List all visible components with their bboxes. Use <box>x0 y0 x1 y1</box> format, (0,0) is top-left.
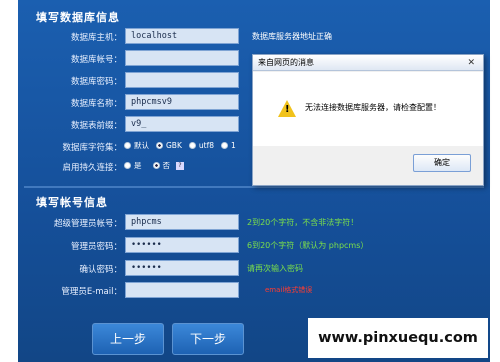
admin-password-input[interactable]: •••••• <box>125 237 239 253</box>
persistent-option-yes: 是 <box>134 161 142 170</box>
db-host-input[interactable]: localhost <box>125 28 239 44</box>
db-user-label: 数据库帐号： <box>70 55 122 65</box>
watermark-text: www.pinxuequ.com <box>308 318 488 358</box>
db-prefix-input[interactable]: v9_ <box>125 116 239 132</box>
prev-step-button[interactable]: 上一步 <box>92 323 164 355</box>
dialog-body: ! 无法连接数据库服务器，请检查配置！ <box>253 72 483 146</box>
admin-password-hint: 6到20个字符（默认为 phpcms） <box>247 241 369 250</box>
admin-email-label: 管理员E-mail： <box>61 287 122 297</box>
charset-radio-group: 默认 GBK utf8 1 <box>124 140 236 151</box>
section-divider <box>24 186 484 188</box>
help-icon[interactable]: ? <box>176 161 184 170</box>
db-name-input[interactable]: phpcmsv9 <box>125 94 239 110</box>
db-charset-label: 数据库字符集： <box>62 143 122 153</box>
db-user-input[interactable] <box>125 50 239 66</box>
charset-option-utf8: utf8 <box>198 141 214 150</box>
charset-option-default: 默认 <box>134 141 149 150</box>
dialog-title: 来自网页的消息 <box>253 55 483 71</box>
confirm-password-hint: 请再次输入密码 <box>247 264 303 273</box>
persistent-radio-yes[interactable] <box>124 162 131 169</box>
persistent-option-no: 否 <box>162 161 171 170</box>
account-section-title: 填写帐号信息 <box>36 196 108 209</box>
admin-email-input[interactable] <box>125 282 239 298</box>
charset-radio-gbk[interactable] <box>156 142 163 149</box>
confirm-password-label: 确认密码： <box>79 265 122 275</box>
close-icon[interactable]: ✕ <box>467 55 475 71</box>
persistent-radio-group: 是 否 ? <box>124 160 184 171</box>
db-persistent-label: 启用持久连接： <box>62 163 122 173</box>
next-step-button[interactable]: 下一步 <box>172 323 244 355</box>
db-password-input[interactable] <box>125 72 239 88</box>
admin-account-input[interactable]: phpcms <box>125 214 239 230</box>
charset-radio-utf8[interactable] <box>188 142 196 149</box>
db-host-label: 数据库主机： <box>70 33 122 43</box>
db-prefix-label: 数据表前缀： <box>70 121 122 131</box>
confirm-password-input[interactable]: •••••• <box>125 260 239 276</box>
charset-option-gbk: GBK <box>166 141 182 150</box>
alert-dialog: 来自网页的消息 ✕ ! 无法连接数据库服务器，请检查配置！ 确定 <box>252 54 484 186</box>
warning-icon-mark: ! <box>285 104 290 115</box>
admin-account-label: 超级管理员帐号： <box>53 219 122 229</box>
charset-radio-other[interactable] <box>221 142 228 149</box>
db-password-label: 数据库密码： <box>70 77 122 87</box>
db-name-label: 数据库名称： <box>70 99 122 109</box>
charset-option-other: 1 <box>231 141 236 150</box>
admin-email-hint: email格式错误 <box>265 286 313 294</box>
admin-password-label: 管理员密码： <box>70 242 122 252</box>
db-section-title: 填写数据库信息 <box>36 11 120 24</box>
charset-radio-default[interactable] <box>124 142 131 149</box>
persistent-radio-no[interactable] <box>152 162 160 169</box>
admin-account-hint: 2到20个字符，不含非法字符！ <box>247 218 359 227</box>
db-host-hint: 数据库服务器地址正确 <box>252 32 332 41</box>
dialog-message: 无法连接数据库服务器，请检查配置！ <box>305 103 441 112</box>
dialog-ok-button[interactable]: 确定 <box>413 154 471 172</box>
